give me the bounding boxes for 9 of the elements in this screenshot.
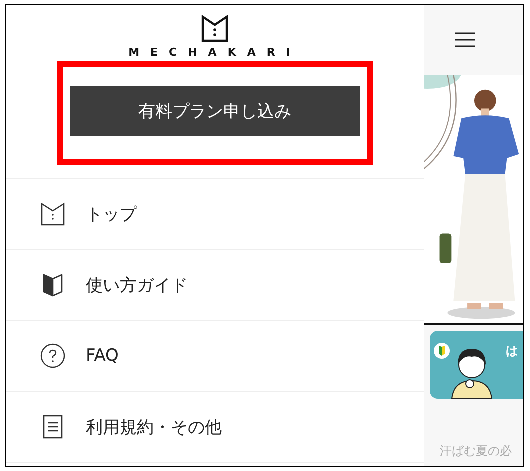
menu-icon[interactable] (454, 32, 476, 48)
logo-icon (201, 15, 229, 43)
help-icon (40, 343, 66, 369)
logo-wordmark: MECHAKARI (128, 47, 302, 59)
banner-text: は (506, 343, 518, 360)
menu-item[interactable]: 使い方ガイド (6, 250, 424, 321)
subscribe-button[interactable]: 有料プラン申し込み (70, 86, 360, 136)
logo-icon (40, 201, 66, 227)
article-caption: 汗ばむ夏の必 (439, 443, 513, 460)
